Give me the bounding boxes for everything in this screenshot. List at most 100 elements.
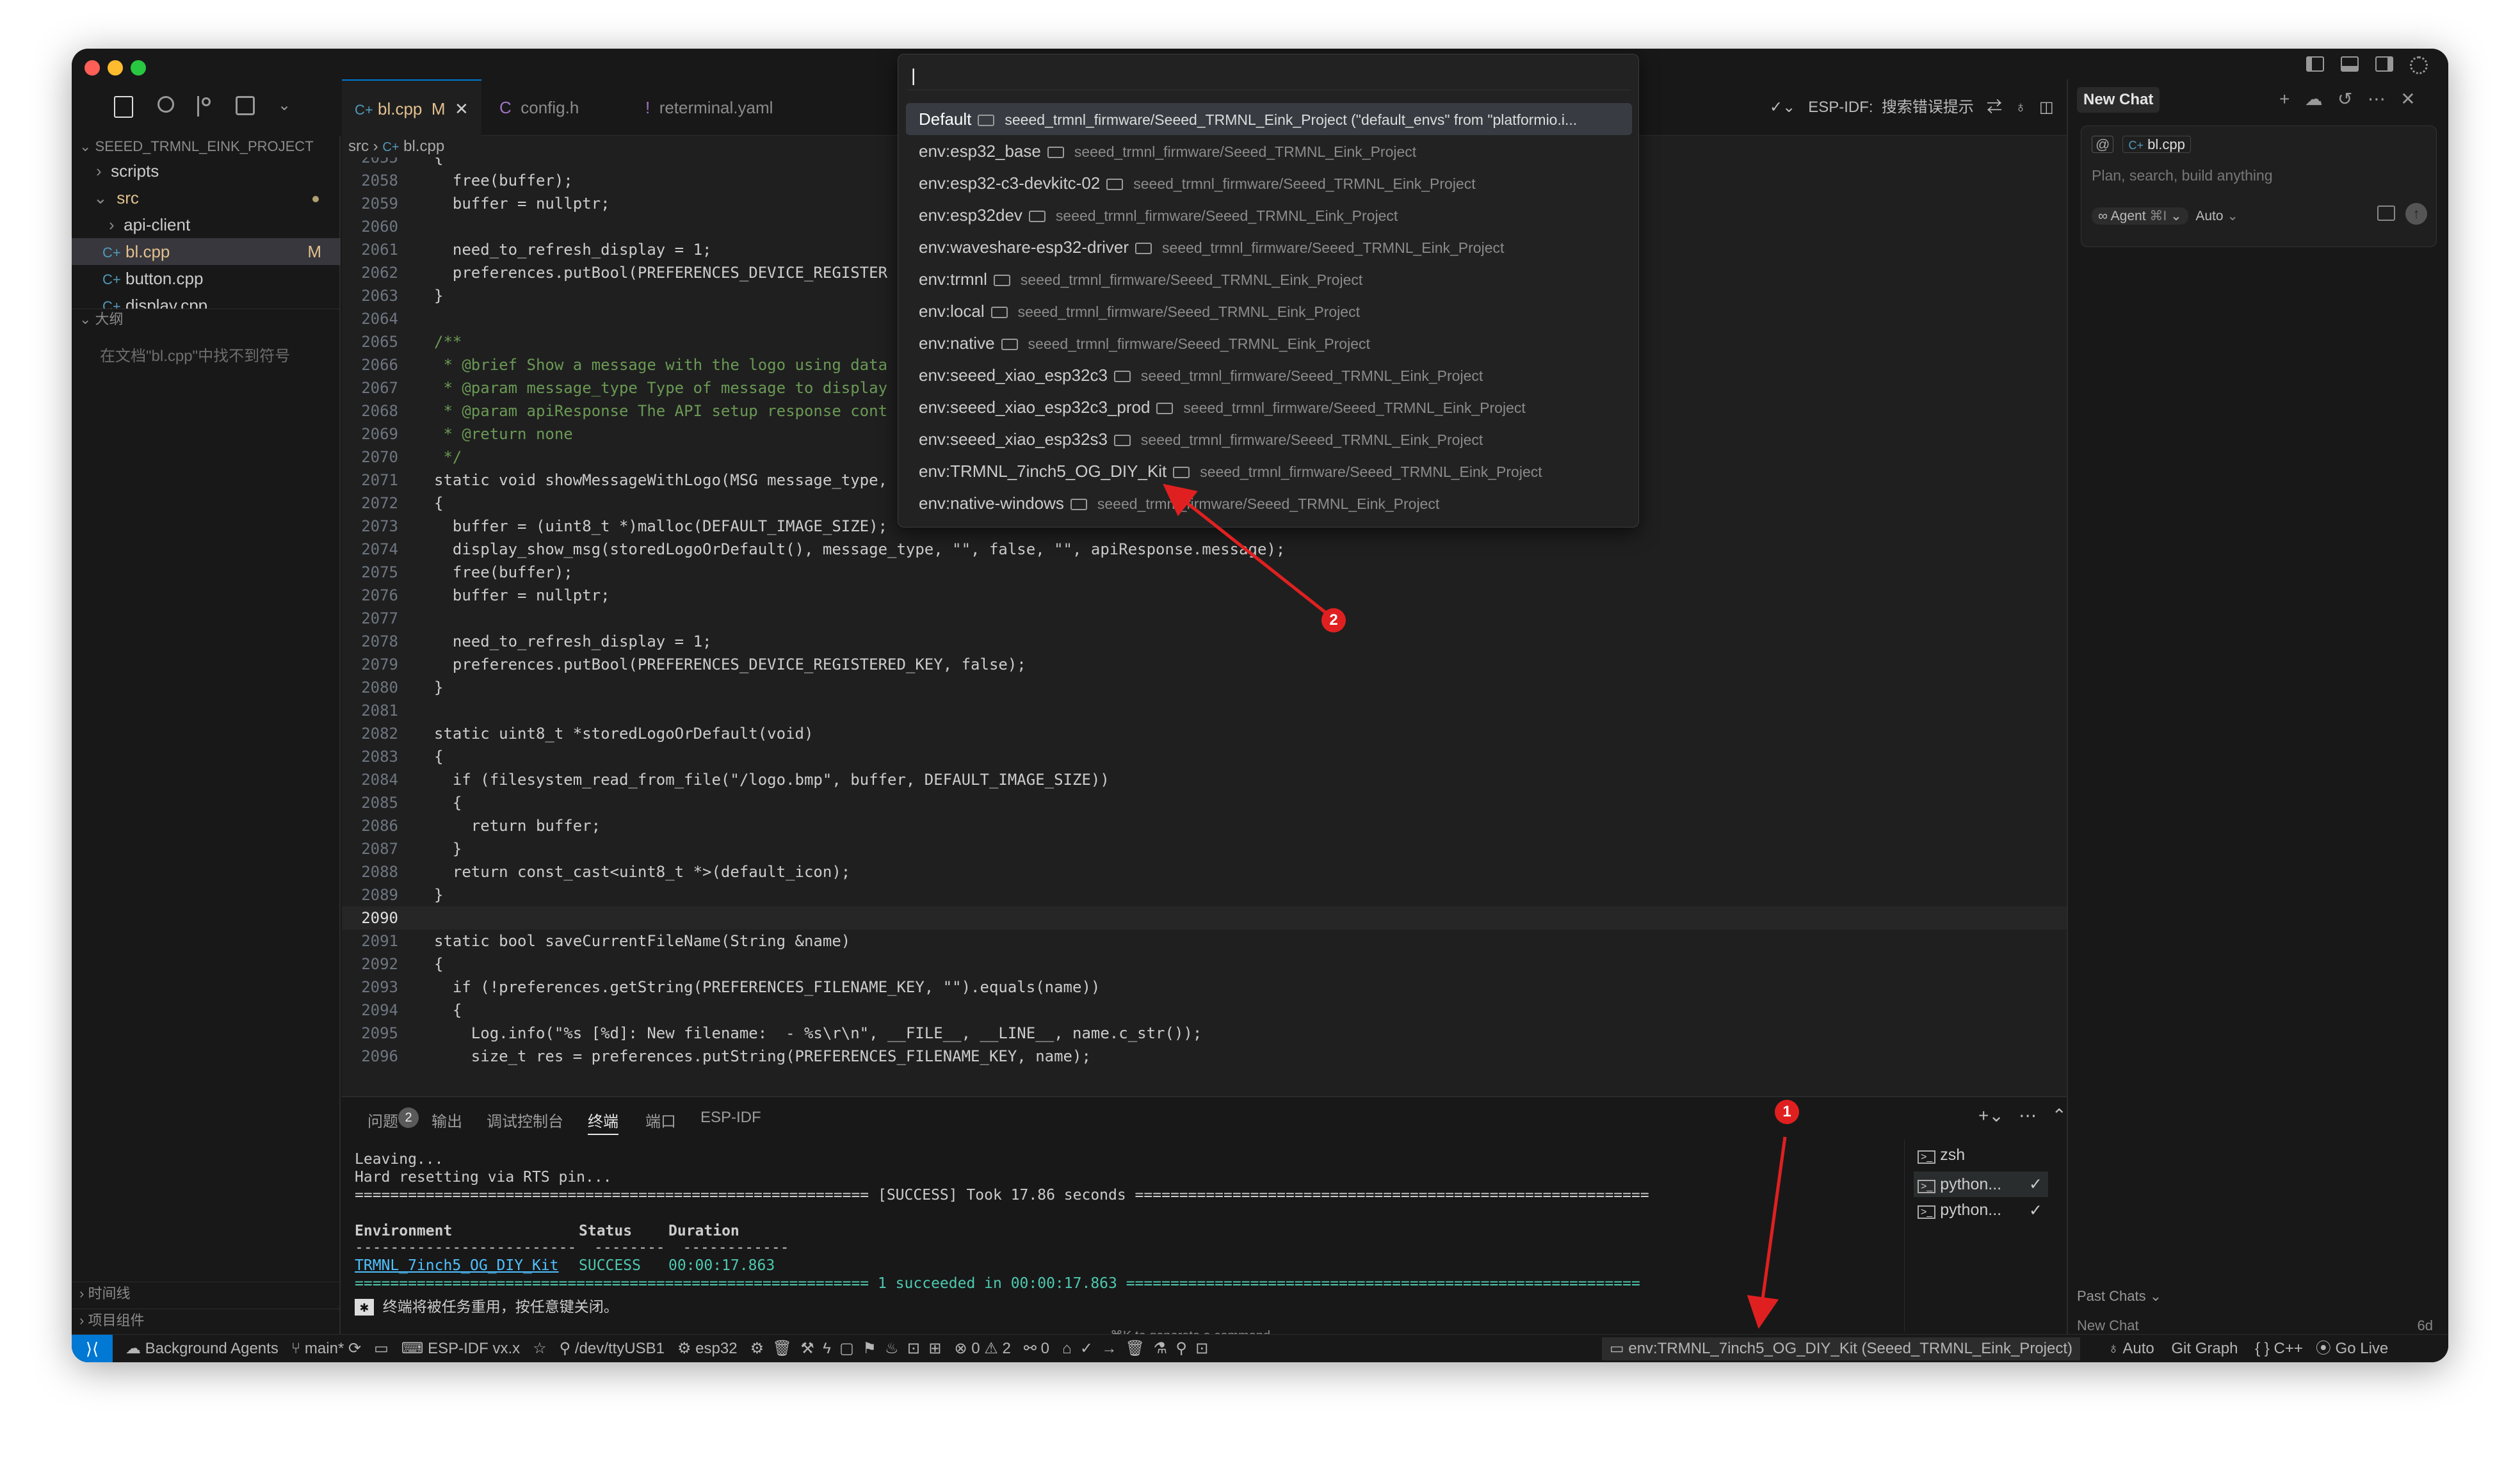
espidf-version[interactable]: ESP-IDF vx.x (428, 1340, 520, 1357)
tab-debug-console[interactable]: 调试控制台 (487, 1109, 563, 1131)
terminal-icon[interactable]: ⊡ (907, 1340, 920, 1357)
toggle-secondary-sidebar-icon[interactable] (2375, 56, 2393, 72)
tree-folder-api-client[interactable]: › api-client (72, 211, 341, 238)
code-line[interactable]: 2079 preferences.putBool(PREFERENCES_DEV… (342, 653, 2109, 676)
extensions-icon[interactable] (236, 96, 255, 115)
language-mode[interactable]: C++ (2274, 1340, 2302, 1357)
code-line[interactable]: 2093 if (!preferences.getString(PREFEREN… (342, 976, 2109, 999)
quick-pick-item[interactable]: env:local seeed_trmnl_firmware/Seeed_TRMN… (906, 295, 1632, 327)
fire-icon[interactable]: ♨ (885, 1340, 899, 1357)
cloud-icon[interactable]: ☁ (2305, 89, 2323, 109)
tab-bl-cpp[interactable]: C+ bl.cpp M ✕ (342, 79, 481, 136)
terminal-item-zsh[interactable]: >_ zsh (1918, 1146, 1965, 1164)
code-line[interactable]: 2077 (342, 607, 2109, 630)
git-graph-button[interactable]: Git Graph (2171, 1340, 2238, 1357)
code-line[interactable]: 2086 return buffer; (342, 814, 2109, 837)
quick-pick-input[interactable]: | (907, 61, 1631, 90)
mention-icon[interactable]: @ (2092, 136, 2114, 153)
row-environment[interactable]: TRMNL_7inch5_OG_DIY_Kit (355, 1257, 559, 1274)
chat-title-tab[interactable]: New Chat (2077, 87, 2160, 113)
code-line[interactable]: 2083 { (342, 745, 2109, 768)
minimize-window-button[interactable] (108, 60, 123, 76)
tab-output[interactable]: 输出 (432, 1109, 462, 1131)
chevron-down-icon[interactable]: ⌄ (278, 96, 291, 115)
tab-config-h[interactable]: C config.h (487, 79, 592, 136)
code-line[interactable]: 2092 { (342, 953, 2109, 976)
image-icon[interactable] (2377, 205, 2395, 221)
quick-pick-item[interactable]: Default seeed_trmnl_firmware/Seeed_TRMNL_… (906, 103, 1632, 135)
model-selector[interactable]: Auto (2195, 209, 2223, 223)
history-icon[interactable]: ↺ (2338, 89, 2352, 109)
folder-icon[interactable]: ▭ (374, 1340, 389, 1357)
bulb-icon[interactable]: ♁ (2015, 99, 2026, 116)
new-terminal-icon[interactable]: +⌄ (1978, 1106, 2004, 1125)
toggle-panel-icon[interactable] (2341, 56, 2359, 72)
code-line[interactable]: 2075 free(buffer); (342, 561, 2109, 584)
code-line[interactable]: 2082 static uint8_t *storedLogoOrDefault(… (342, 722, 2109, 745)
code-line[interactable]: 2090 (342, 906, 2109, 930)
code-line[interactable]: 2089} (342, 883, 2109, 906)
check-icon[interactable]: ✓ (1080, 1340, 1093, 1357)
serial-port[interactable]: /dev/ttyUSB1 (575, 1340, 665, 1357)
outline-section[interactable]: ⌄ 大纲 (72, 309, 341, 329)
code-line[interactable]: 2074 display_show_msg(storedLogoOrDefaul… (342, 538, 2109, 561)
quick-pick-item[interactable]: env:trmnl seeed_trmnl_firmware/Seeed_TRMN… (906, 263, 1632, 295)
tab-reterminal-yaml[interactable]: ! reterminal.yaml (633, 79, 786, 136)
upload-icon[interactable]: → (1101, 1340, 1117, 1357)
build-icon[interactable]: ⊞ (928, 1340, 941, 1357)
terminal-item-python-2[interactable]: >_ python... ✓ (1918, 1201, 2042, 1220)
platformio-env-selector[interactable]: ▭ env:TRMNL_7inch5_OG_DIY_Kit (Seeed_TRM… (1602, 1337, 2080, 1360)
git-branch[interactable]: main* (305, 1340, 344, 1357)
auto-label[interactable]: Auto (2122, 1340, 2154, 1357)
quick-pick-item[interactable]: env:waveshare-esp32-driver seeed_trmnl_fi… (906, 231, 1632, 263)
past-chat-item[interactable]: New Chat 6d (2077, 1317, 2433, 1334)
explorer-root[interactable]: ⌄ SEEED_TRMNL_EINK_PROJECT (72, 136, 341, 157)
more-icon[interactable]: ⋯ (2368, 89, 2386, 109)
quick-pick-item[interactable]: env:seeed_xiao_esp32c3 seeed_trmnl_firmwa… (906, 359, 1632, 391)
tab-terminal[interactable]: 终端 (588, 1109, 618, 1135)
close-icon[interactable]: ✕ (2400, 89, 2415, 109)
toggle-sidebar-icon[interactable] (2306, 56, 2324, 72)
tree-file-display-cpp[interactable]: C+ display.cpp (72, 292, 341, 309)
background-agents[interactable]: Background Agents (145, 1340, 279, 1357)
agent-selector[interactable]: ∞ Agent ⌘I ⌄ (2092, 207, 2188, 225)
split-editor-icon[interactable]: ◫ (2039, 99, 2054, 116)
code-line[interactable]: 2088 return const_cast<uint8_t *>(defaul… (342, 860, 2109, 883)
check-icon[interactable]: ✓⌄ (1770, 99, 1795, 116)
code-line[interactable]: 2085 { (342, 791, 2109, 814)
tab-ports[interactable]: 端口 (645, 1109, 676, 1131)
compare-icon[interactable]: ⇄ (1987, 99, 2002, 116)
test-icon[interactable]: ⚗ (1153, 1340, 1167, 1357)
tree-file-bl-cpp[interactable]: C+ bl.cpp M (72, 238, 341, 265)
close-tab-icon[interactable]: ✕ (455, 99, 469, 118)
code-line[interactable]: 2084 if (filesystem_read_from_file("/log… (342, 768, 2109, 791)
tab-problems[interactable]: 问题 (368, 1109, 398, 1131)
add-chat-icon[interactable]: + (2279, 89, 2290, 109)
code-line[interactable]: 2076 buffer = nullptr; (342, 584, 2109, 607)
terminal-icon[interactable]: ⊡ (1195, 1340, 1208, 1357)
error-count[interactable]: 0 (971, 1340, 980, 1357)
remote-icon[interactable]: ⟩⟨ (72, 1335, 113, 1362)
gear-icon[interactable] (2410, 56, 2428, 74)
plug-icon[interactable]: ⚲ (1175, 1340, 1187, 1357)
code-line[interactable]: 2096 size_t res = preferences.putString(… (342, 1045, 2109, 1068)
trash-icon[interactable]: 🗑 (1126, 1340, 1145, 1357)
search-icon[interactable] (158, 96, 174, 113)
code-line[interactable]: 2091 static bool saveCurrentFileName(Stri… (342, 930, 2109, 953)
flash-icon[interactable]: ϟ (823, 1340, 831, 1357)
trash-icon[interactable]: 🗑 (772, 1340, 791, 1357)
terminal-output[interactable]: Leaving... Hard resetting via RTS pin...… (342, 1145, 1891, 1337)
monitor-icon[interactable]: ▢ (839, 1340, 854, 1357)
code-line[interactable]: 2081 (342, 699, 2109, 722)
sync-icon[interactable]: ⟳ (348, 1340, 361, 1357)
code-line[interactable]: 2095 Log.info("%s [%d]: New filename: - … (342, 1022, 2109, 1045)
quick-pick-item[interactable]: env:esp32-c3-devkitc-02 seeed_trmnl_firmw… (906, 167, 1632, 199)
quick-pick-item[interactable]: env:TRMNL_7inch5_OG_DIY_Kit seeed_trmnl_f… (906, 455, 1632, 487)
target-chip[interactable]: esp32 (695, 1340, 737, 1357)
wrench-icon[interactable]: ⚒ (800, 1340, 814, 1357)
tree-file-button-cpp[interactable]: C+ button.cpp (72, 265, 341, 292)
breadcrumb-folder[interactable]: src (348, 138, 369, 155)
code-line[interactable]: 2080} (342, 676, 2109, 699)
project-components-section[interactable]: › 项目组件 (72, 1308, 341, 1332)
espidf-label[interactable]: ESP-IDF: (1808, 99, 1873, 116)
